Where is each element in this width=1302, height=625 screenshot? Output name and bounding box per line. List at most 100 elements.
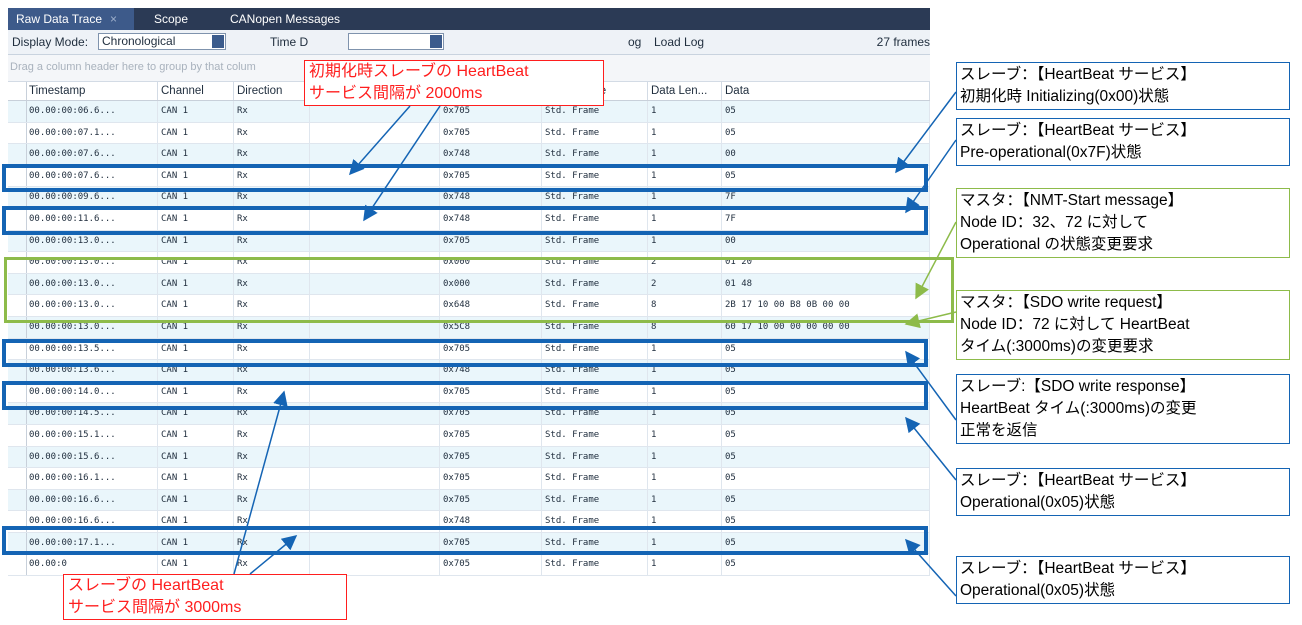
callout-line: Node ID：72 に対して HeartBeat bbox=[960, 316, 1190, 333]
time-display-select[interactable] bbox=[348, 33, 444, 50]
table-cell: Rx bbox=[234, 489, 310, 511]
row-gutter bbox=[8, 446, 27, 468]
display-mode-select[interactable]: Chronological bbox=[98, 33, 226, 50]
table-cell: CAN 1 bbox=[158, 101, 234, 122]
highlight-row-0x748-05 bbox=[2, 381, 928, 410]
table-cell: 00.00:00:15.1... bbox=[26, 424, 158, 446]
table-row[interactable]: 00.00:00:07.6... CAN 1 Rx 0x748 Std. Frame 1 0… bbox=[8, 144, 930, 166]
table-cell: 00.00:00:07.6... bbox=[26, 144, 158, 165]
callout-line: スレーブ：【HeartBeat サービス】 bbox=[960, 560, 1196, 577]
callout-heartbeat-operational-2: スレーブ：【HeartBeat サービス】 Operational(0x05)状態 bbox=[956, 556, 1290, 604]
tab-label: CANopen Messages bbox=[230, 12, 341, 26]
display-mode-label: Display Mode: bbox=[12, 35, 89, 49]
save-log-button[interactable]: og bbox=[628, 30, 641, 54]
table-cell: 1 bbox=[648, 144, 722, 165]
row-gutter bbox=[8, 554, 27, 576]
callout-line: タイム(:3000ms)の変更要求 bbox=[960, 338, 1154, 355]
callout-sdo-write-request: マスタ：【SDO write request】 Node ID：72 に対して H… bbox=[956, 290, 1290, 360]
highlight-row-0x5c8 bbox=[2, 339, 928, 367]
table-cell: Rx bbox=[234, 468, 310, 489]
table-cell: Rx bbox=[234, 122, 310, 144]
highlight-nmt-sdo-group bbox=[4, 257, 954, 323]
table-cell: CAN 1 bbox=[158, 446, 234, 468]
annotation-line: サービス間隔が 2000ms bbox=[309, 85, 483, 102]
column-header[interactable]: Data bbox=[722, 82, 930, 100]
table-row[interactable]: 00.00:00:16.1... CAN 1 Rx 0x705 Std. Frame 1 0… bbox=[8, 468, 930, 490]
column-header[interactable]: Direction bbox=[234, 82, 310, 100]
table-cell: 05 bbox=[722, 101, 930, 122]
row-gutter bbox=[8, 144, 27, 165]
display-mode-value: Chronological bbox=[102, 34, 176, 48]
table-cell bbox=[310, 122, 440, 144]
callout-line: Operational の状態変更要求 bbox=[960, 236, 1153, 253]
table-cell: Std. Frame bbox=[542, 554, 648, 576]
callout-line: HeartBeat タイム(:3000ms)の変更 bbox=[960, 400, 1197, 417]
time-display-label: Time D bbox=[270, 35, 309, 49]
table-cell bbox=[310, 489, 440, 511]
callout-line: マスタ：【NMT-Start message】 bbox=[960, 192, 1184, 209]
table-row[interactable]: 00.00:00:15.1... CAN 1 Rx 0x705 Std. Frame 1 0… bbox=[8, 424, 930, 447]
table-cell: 00.00:00:16.6... bbox=[26, 489, 158, 511]
column-header[interactable]: Data Len... bbox=[648, 82, 722, 100]
table-cell: CAN 1 bbox=[158, 468, 234, 489]
row-gutter bbox=[8, 468, 27, 489]
table-cell: 1 bbox=[648, 122, 722, 144]
table-cell: 05 bbox=[722, 468, 930, 489]
callout-line: 正常を返信 bbox=[960, 422, 1038, 439]
highlight-row-0x748-00 bbox=[2, 164, 928, 192]
table-row[interactable]: 00.00:0 CAN 1 Rx 0x705 Std. Frame 1 05 bbox=[8, 554, 930, 577]
close-icon[interactable]: × bbox=[110, 12, 117, 26]
tab-label: Scope bbox=[154, 12, 189, 26]
table-cell: Std. Frame bbox=[542, 144, 648, 165]
callout-line: スレーブ：【HeartBeat サービス】 bbox=[960, 66, 1196, 83]
callout-heartbeat-initializing: スレーブ：【HeartBeat サービス】 初期化時 Initializing(0… bbox=[956, 62, 1290, 110]
annotation-line: スレーブの HeartBeat bbox=[68, 577, 224, 594]
callout-line: Pre-operational(0x7F)状態 bbox=[960, 144, 1142, 161]
chevron-down-icon[interactable] bbox=[430, 35, 442, 48]
tab-raw-data-trace[interactable]: Raw Data Trace × bbox=[8, 8, 134, 30]
table-row[interactable]: 00.00:00:07.1... CAN 1 Rx 0x705 Std. Frame 1 0… bbox=[8, 122, 930, 145]
tab-scope[interactable]: Scope bbox=[146, 8, 216, 30]
table-cell: 0x705 bbox=[440, 446, 542, 468]
column-header[interactable]: Timestamp bbox=[26, 82, 158, 100]
table-cell: 1 bbox=[648, 554, 722, 576]
highlight-row-0x748-7f bbox=[2, 206, 928, 235]
table-cell: 00 bbox=[722, 144, 930, 165]
table-row[interactable]: 00.00:00:15.6... CAN 1 Rx 0x705 Std. Frame 1 0… bbox=[8, 446, 930, 469]
table-cell: 1 bbox=[648, 424, 722, 446]
table-cell: 05 bbox=[722, 446, 930, 468]
group-hint: Drag a column header here to group by th… bbox=[10, 61, 256, 73]
table-cell: CAN 1 bbox=[158, 144, 234, 165]
table-cell: 05 bbox=[722, 122, 930, 144]
annotation-2000ms: 初期化時スレーブの HeartBeat サービス間隔が 2000ms bbox=[304, 60, 604, 106]
callout-heartbeat-operational: スレーブ：【HeartBeat サービス】 Operational(0x05)状態 bbox=[956, 468, 1290, 516]
callout-line: スレーブ：【HeartBeat サービス】 bbox=[960, 472, 1196, 489]
table-cell: 1 bbox=[648, 446, 722, 468]
table-cell bbox=[310, 468, 440, 489]
load-log-button[interactable]: Load Log bbox=[654, 30, 704, 54]
table-cell: CAN 1 bbox=[158, 554, 234, 576]
column-header[interactable]: Channel bbox=[158, 82, 234, 100]
table-cell: CAN 1 bbox=[158, 122, 234, 144]
table-cell: Rx bbox=[234, 144, 310, 165]
table-cell: 0x705 bbox=[440, 468, 542, 489]
table-cell: Std. Frame bbox=[542, 122, 648, 144]
chevron-down-icon[interactable] bbox=[212, 35, 224, 48]
table-cell: 00.00:0 bbox=[26, 554, 158, 576]
callout-line: 初期化時 Initializing(0x00)状態 bbox=[960, 88, 1170, 105]
table-row[interactable]: 00.00:00:16.6... CAN 1 Rx 0x705 Std. Frame 1 0… bbox=[8, 489, 930, 512]
row-gutter bbox=[8, 424, 27, 446]
table-cell: Rx bbox=[234, 446, 310, 468]
tab-bar: Raw Data Trace × Scope CANopen Messages bbox=[8, 8, 930, 30]
table-cell: CAN 1 bbox=[158, 424, 234, 446]
table-cell: 05 bbox=[722, 424, 930, 446]
table-cell bbox=[310, 446, 440, 468]
tab-label: Raw Data Trace bbox=[16, 12, 103, 26]
table-cell: 0x705 bbox=[440, 424, 542, 446]
tab-canopen-messages[interactable]: CANopen Messages bbox=[222, 8, 372, 30]
table-cell: 00.00:00:06.6... bbox=[26, 101, 158, 122]
table-cell: 05 bbox=[722, 554, 930, 576]
table-cell: 1 bbox=[648, 101, 722, 122]
table-cell bbox=[310, 554, 440, 576]
highlight-row-0x748-05-b bbox=[2, 526, 928, 555]
